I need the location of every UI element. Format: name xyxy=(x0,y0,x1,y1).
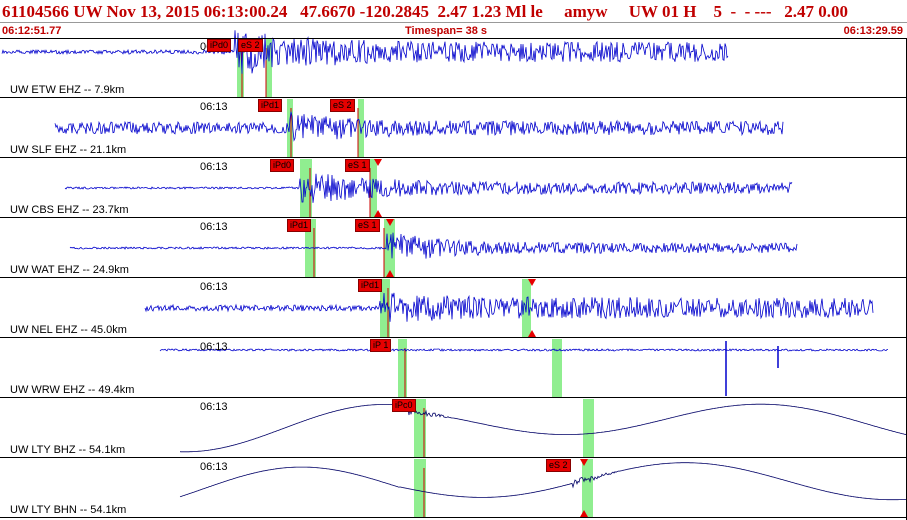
phase-pick-label[interactable]: iPd0 xyxy=(270,159,295,172)
phase-pick-label[interactable]: eS 2 xyxy=(546,459,571,472)
seismogram-trace xyxy=(179,403,907,453)
time-tick-label: 06:13 xyxy=(200,161,228,173)
pick-window xyxy=(398,339,407,398)
phase-pick-label[interactable]: iPc0 xyxy=(392,399,416,412)
pick-window xyxy=(370,159,377,218)
title-divider xyxy=(0,22,907,23)
phase-pick-label[interactable]: iPd1 xyxy=(287,219,312,232)
time-tick-label: 06:13 xyxy=(200,101,228,113)
seismogram-trace xyxy=(159,348,889,352)
channel-label: UW SLF EHZ -- 21.1km xyxy=(10,144,127,156)
panel-divider xyxy=(0,217,907,218)
panel-divider xyxy=(0,157,907,158)
seismogram-trace xyxy=(64,173,793,203)
phase-pick-label[interactable]: iPd0 xyxy=(207,39,232,52)
phase-pick-label[interactable]: eS 1 xyxy=(355,219,380,232)
phase-pick-label[interactable]: eS 2 xyxy=(330,99,355,112)
seismogram-trace xyxy=(144,292,874,322)
panel-divider xyxy=(0,517,907,518)
channel-label: UW NEL EHZ -- 45.0km xyxy=(10,324,127,336)
channel-label: UW LTY BHN -- 54.1km xyxy=(10,504,127,516)
pick-window xyxy=(358,99,364,158)
panel-divider xyxy=(0,397,907,398)
phase-pick-label[interactable]: eS 2 xyxy=(238,39,263,52)
header-divider xyxy=(0,38,907,39)
seismogram-trace xyxy=(69,232,798,259)
phase-pick-label[interactable]: iPd1 xyxy=(258,99,283,112)
seismogram-trace xyxy=(54,111,784,142)
panel-divider xyxy=(0,277,907,278)
channel-label: UW WAT EHZ -- 24.9km xyxy=(10,264,129,276)
panel-divider xyxy=(0,457,907,458)
time-tick-label: 06:13 xyxy=(200,281,228,293)
channel-label: UW LTY BHZ -- 54.1km xyxy=(10,444,126,456)
waveform-canvas[interactable] xyxy=(0,0,907,520)
time-tick-label: 06:13 xyxy=(200,461,228,473)
panel-divider xyxy=(0,337,907,338)
time-tick-label: 06:13 xyxy=(200,341,228,353)
pick-window xyxy=(552,339,562,398)
phase-pick-label[interactable]: iP 1 xyxy=(370,339,392,352)
phase-pick-label[interactable]: eS 1 xyxy=(345,159,370,172)
time-tick-label: 06:13 xyxy=(200,401,228,413)
channel-label: UW CBS EHZ -- 23.7km xyxy=(10,204,129,216)
seismogram-trace xyxy=(1,30,729,74)
pick-window xyxy=(583,399,594,458)
time-tick-label: 06:13 xyxy=(200,221,228,233)
panel-divider xyxy=(0,97,907,98)
channel-label: UW WRW EHZ -- 49.4km xyxy=(10,384,135,396)
phase-pick-label[interactable]: iPd1 xyxy=(358,279,383,292)
pick-window xyxy=(582,459,593,518)
seismogram-trace xyxy=(179,462,907,501)
channel-label: UW ETW EHZ -- 7.9km xyxy=(10,84,125,96)
